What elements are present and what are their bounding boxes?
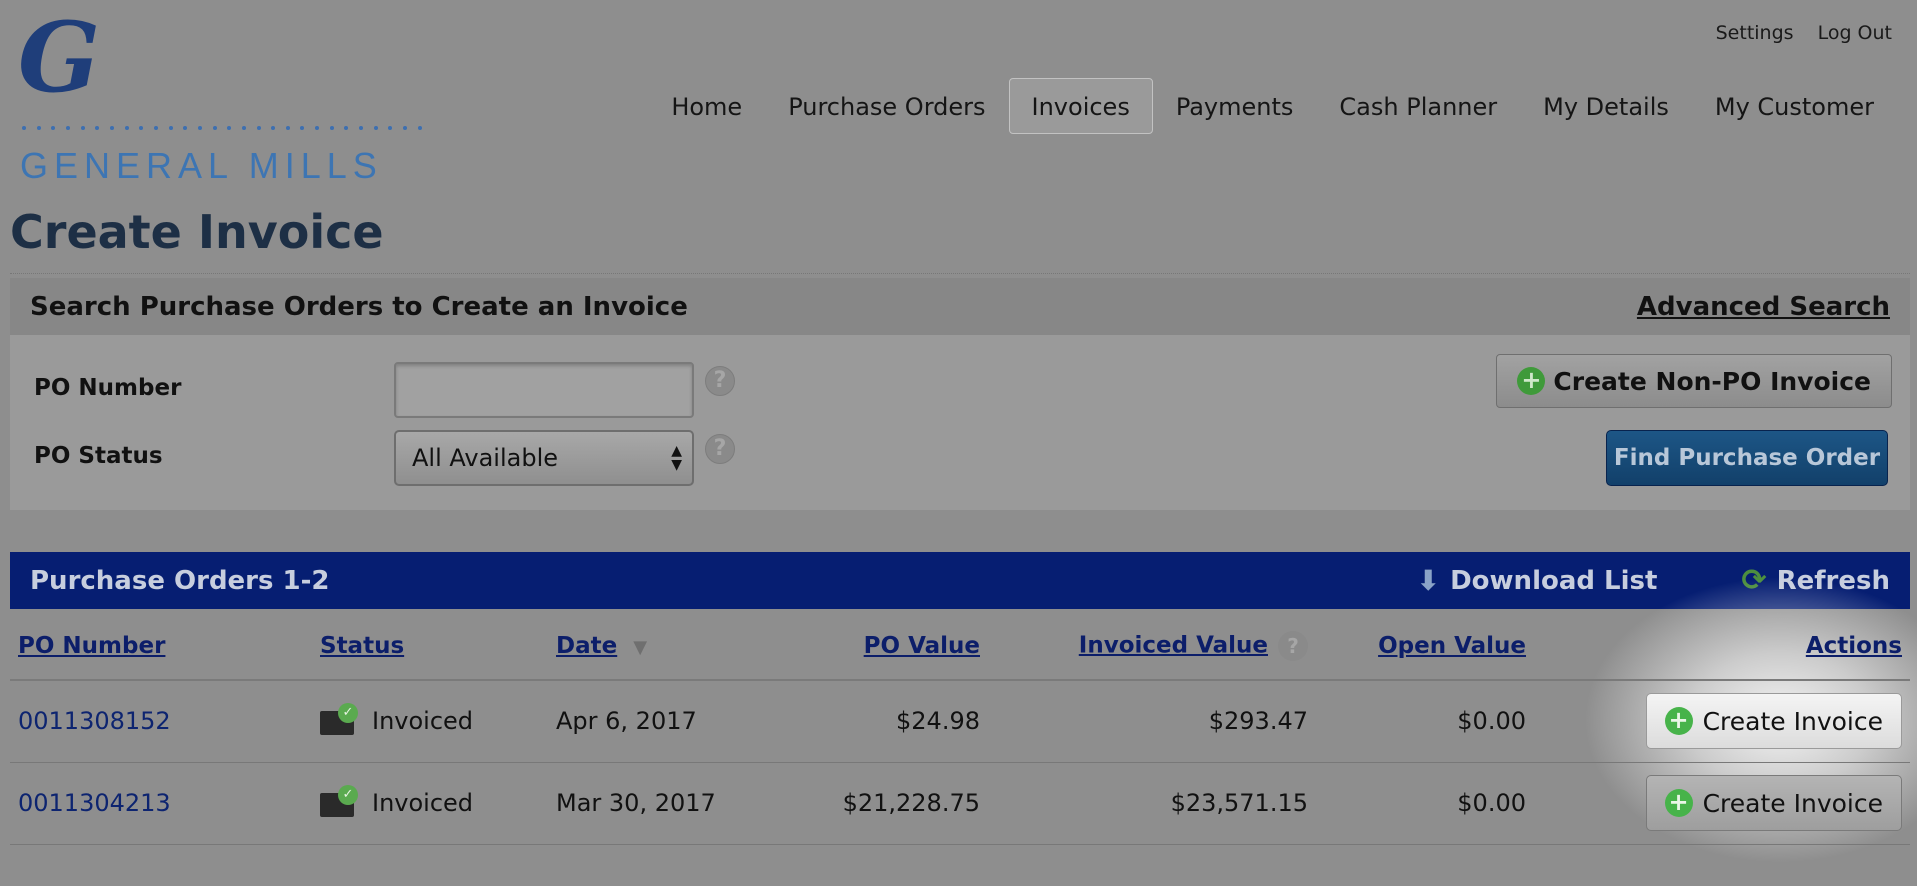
- open-value-cell: $0.00: [1316, 762, 1534, 845]
- page-title: Create Invoice: [10, 205, 384, 259]
- create-non-po-invoice-label: Create Non-PO Invoice: [1553, 366, 1871, 396]
- nav-my-details[interactable]: My Details: [1520, 78, 1692, 134]
- nav-invoices[interactable]: Invoices: [1008, 78, 1153, 134]
- col-header-open-value[interactable]: Open Value: [1316, 612, 1534, 681]
- col-header-actions[interactable]: Actions: [1534, 612, 1910, 681]
- plus-circle-icon: +: [1664, 707, 1693, 736]
- col-header-invoiced-value-cell: Invoiced Value?: [988, 612, 1316, 681]
- invoiced-value-help-icon[interactable]: ?: [1278, 630, 1308, 661]
- create-invoice-label: Create Invoice: [1702, 706, 1883, 736]
- download-icon: ⬇: [1416, 564, 1441, 597]
- logo-g-icon: G: [18, 1, 100, 114]
- search-panel: Search Purchase Orders to Create an Invo…: [10, 278, 1910, 510]
- sort-desc-icon[interactable]: ▼: [633, 637, 647, 658]
- po-value-cell: $24.98: [768, 680, 988, 763]
- po-number-link[interactable]: 0011304213: [18, 789, 171, 817]
- status-text: Invoiced: [372, 707, 474, 736]
- create-invoice-button[interactable]: + Create Invoice: [1645, 693, 1902, 750]
- plus-circle-icon: +: [1664, 789, 1693, 817]
- search-heading: Search Purchase Orders to Create an Invo…: [30, 291, 688, 322]
- po-number-label: PO Number: [34, 375, 182, 401]
- purchase-orders-table: PO Number Status Date ▼ PO Value Invoiced…: [10, 612, 1910, 845]
- select-arrows-icon: ▲ ▼: [671, 443, 682, 473]
- status-cell: ✓ Invoiced: [320, 785, 540, 819]
- general-mills-logo[interactable]: G GENERAL MILLS: [18, 1, 428, 186]
- advanced-search-link[interactable]: Advanced Search: [1637, 292, 1890, 322]
- refresh-icon: ⟳: [1741, 563, 1767, 598]
- date-cell: Mar 30, 2017: [548, 762, 768, 845]
- refresh-label: Refresh: [1776, 565, 1890, 596]
- status-cell: ✓ Invoiced: [320, 703, 540, 737]
- title-divider: [10, 273, 1910, 274]
- search-panel-header: Search Purchase Orders to Create an Invo…: [10, 278, 1910, 335]
- logout-link[interactable]: Log Out: [1818, 22, 1892, 44]
- logo-dots: [22, 126, 422, 134]
- col-header-status[interactable]: Status: [312, 612, 548, 681]
- purchase-orders-header-bar: Purchase Orders 1-2 ⬇ Download List ⟳ Re…: [10, 552, 1910, 609]
- po-number-input[interactable]: [394, 362, 694, 418]
- po-status-selected-value: All Available: [412, 444, 559, 472]
- open-value-cell: $0.00: [1316, 680, 1534, 763]
- col-header-po-value[interactable]: PO Value: [768, 612, 988, 681]
- invoiced-mail-icon: ✓: [320, 703, 358, 737]
- col-header-date-cell: Date ▼: [548, 612, 768, 681]
- create-non-po-invoice-button[interactable]: + Create Non-PO Invoice: [1496, 354, 1892, 408]
- utility-links: Settings Log Out: [1716, 22, 1892, 44]
- po-number-help-icon[interactable]: ?: [705, 366, 735, 396]
- col-header-po-number[interactable]: PO Number: [10, 612, 312, 681]
- logo-wordmark: GENERAL MILLS: [20, 145, 383, 186]
- po-status-label: PO Status: [34, 443, 163, 469]
- settings-link[interactable]: Settings: [1716, 22, 1794, 44]
- create-invoice-label: Create Invoice: [1702, 788, 1883, 818]
- po-number-link[interactable]: 0011308152: [18, 707, 171, 735]
- nav-cash-planner[interactable]: Cash Planner: [1316, 78, 1520, 134]
- date-cell: Apr 6, 2017: [548, 680, 768, 763]
- plus-circle-icon: +: [1517, 367, 1546, 395]
- purchase-orders-title: Purchase Orders 1-2: [30, 565, 330, 596]
- main-nav: Home Purchase Orders Invoices Payments C…: [648, 78, 1897, 134]
- po-status-help-icon[interactable]: ?: [705, 434, 735, 464]
- nav-my-customer[interactable]: My Customer: [1692, 78, 1897, 134]
- invoiced-value-cell: $293.47: [988, 680, 1316, 763]
- col-header-invoiced-value[interactable]: Invoiced Value: [1079, 632, 1268, 658]
- po-status-select[interactable]: All Available ▲ ▼: [394, 430, 694, 486]
- col-header-date[interactable]: Date: [556, 633, 617, 659]
- download-list-label: Download List: [1450, 565, 1658, 596]
- po-value-cell: $21,228.75: [768, 762, 988, 845]
- nav-payments[interactable]: Payments: [1153, 78, 1317, 134]
- table-row: 0011304213 ✓ Invoiced Mar 30, 2017 $21,2…: [10, 762, 1910, 845]
- status-text: Invoiced: [372, 789, 474, 817]
- invoiced-value-cell: $23,571.15: [988, 762, 1316, 845]
- create-invoice-button[interactable]: + Create Invoice: [1645, 775, 1902, 831]
- download-list-button[interactable]: ⬇ Download List: [1417, 564, 1658, 597]
- table-header-row: PO Number Status Date ▼ PO Value Invoiced…: [10, 612, 1910, 681]
- find-purchase-order-button[interactable]: Find Purchase Order: [1606, 430, 1888, 486]
- refresh-button[interactable]: ⟳ Refresh: [1741, 563, 1890, 598]
- nav-purchase-orders[interactable]: Purchase Orders: [765, 78, 1008, 134]
- site-header: G GENERAL MILLS Settings Log Out Home Pu…: [0, 0, 1917, 190]
- invoiced-mail-icon: ✓: [320, 785, 358, 819]
- nav-home[interactable]: Home: [648, 78, 765, 134]
- table-row: 0011308152 ✓ Invoiced Apr 6, 2017 $24.98…: [10, 680, 1910, 763]
